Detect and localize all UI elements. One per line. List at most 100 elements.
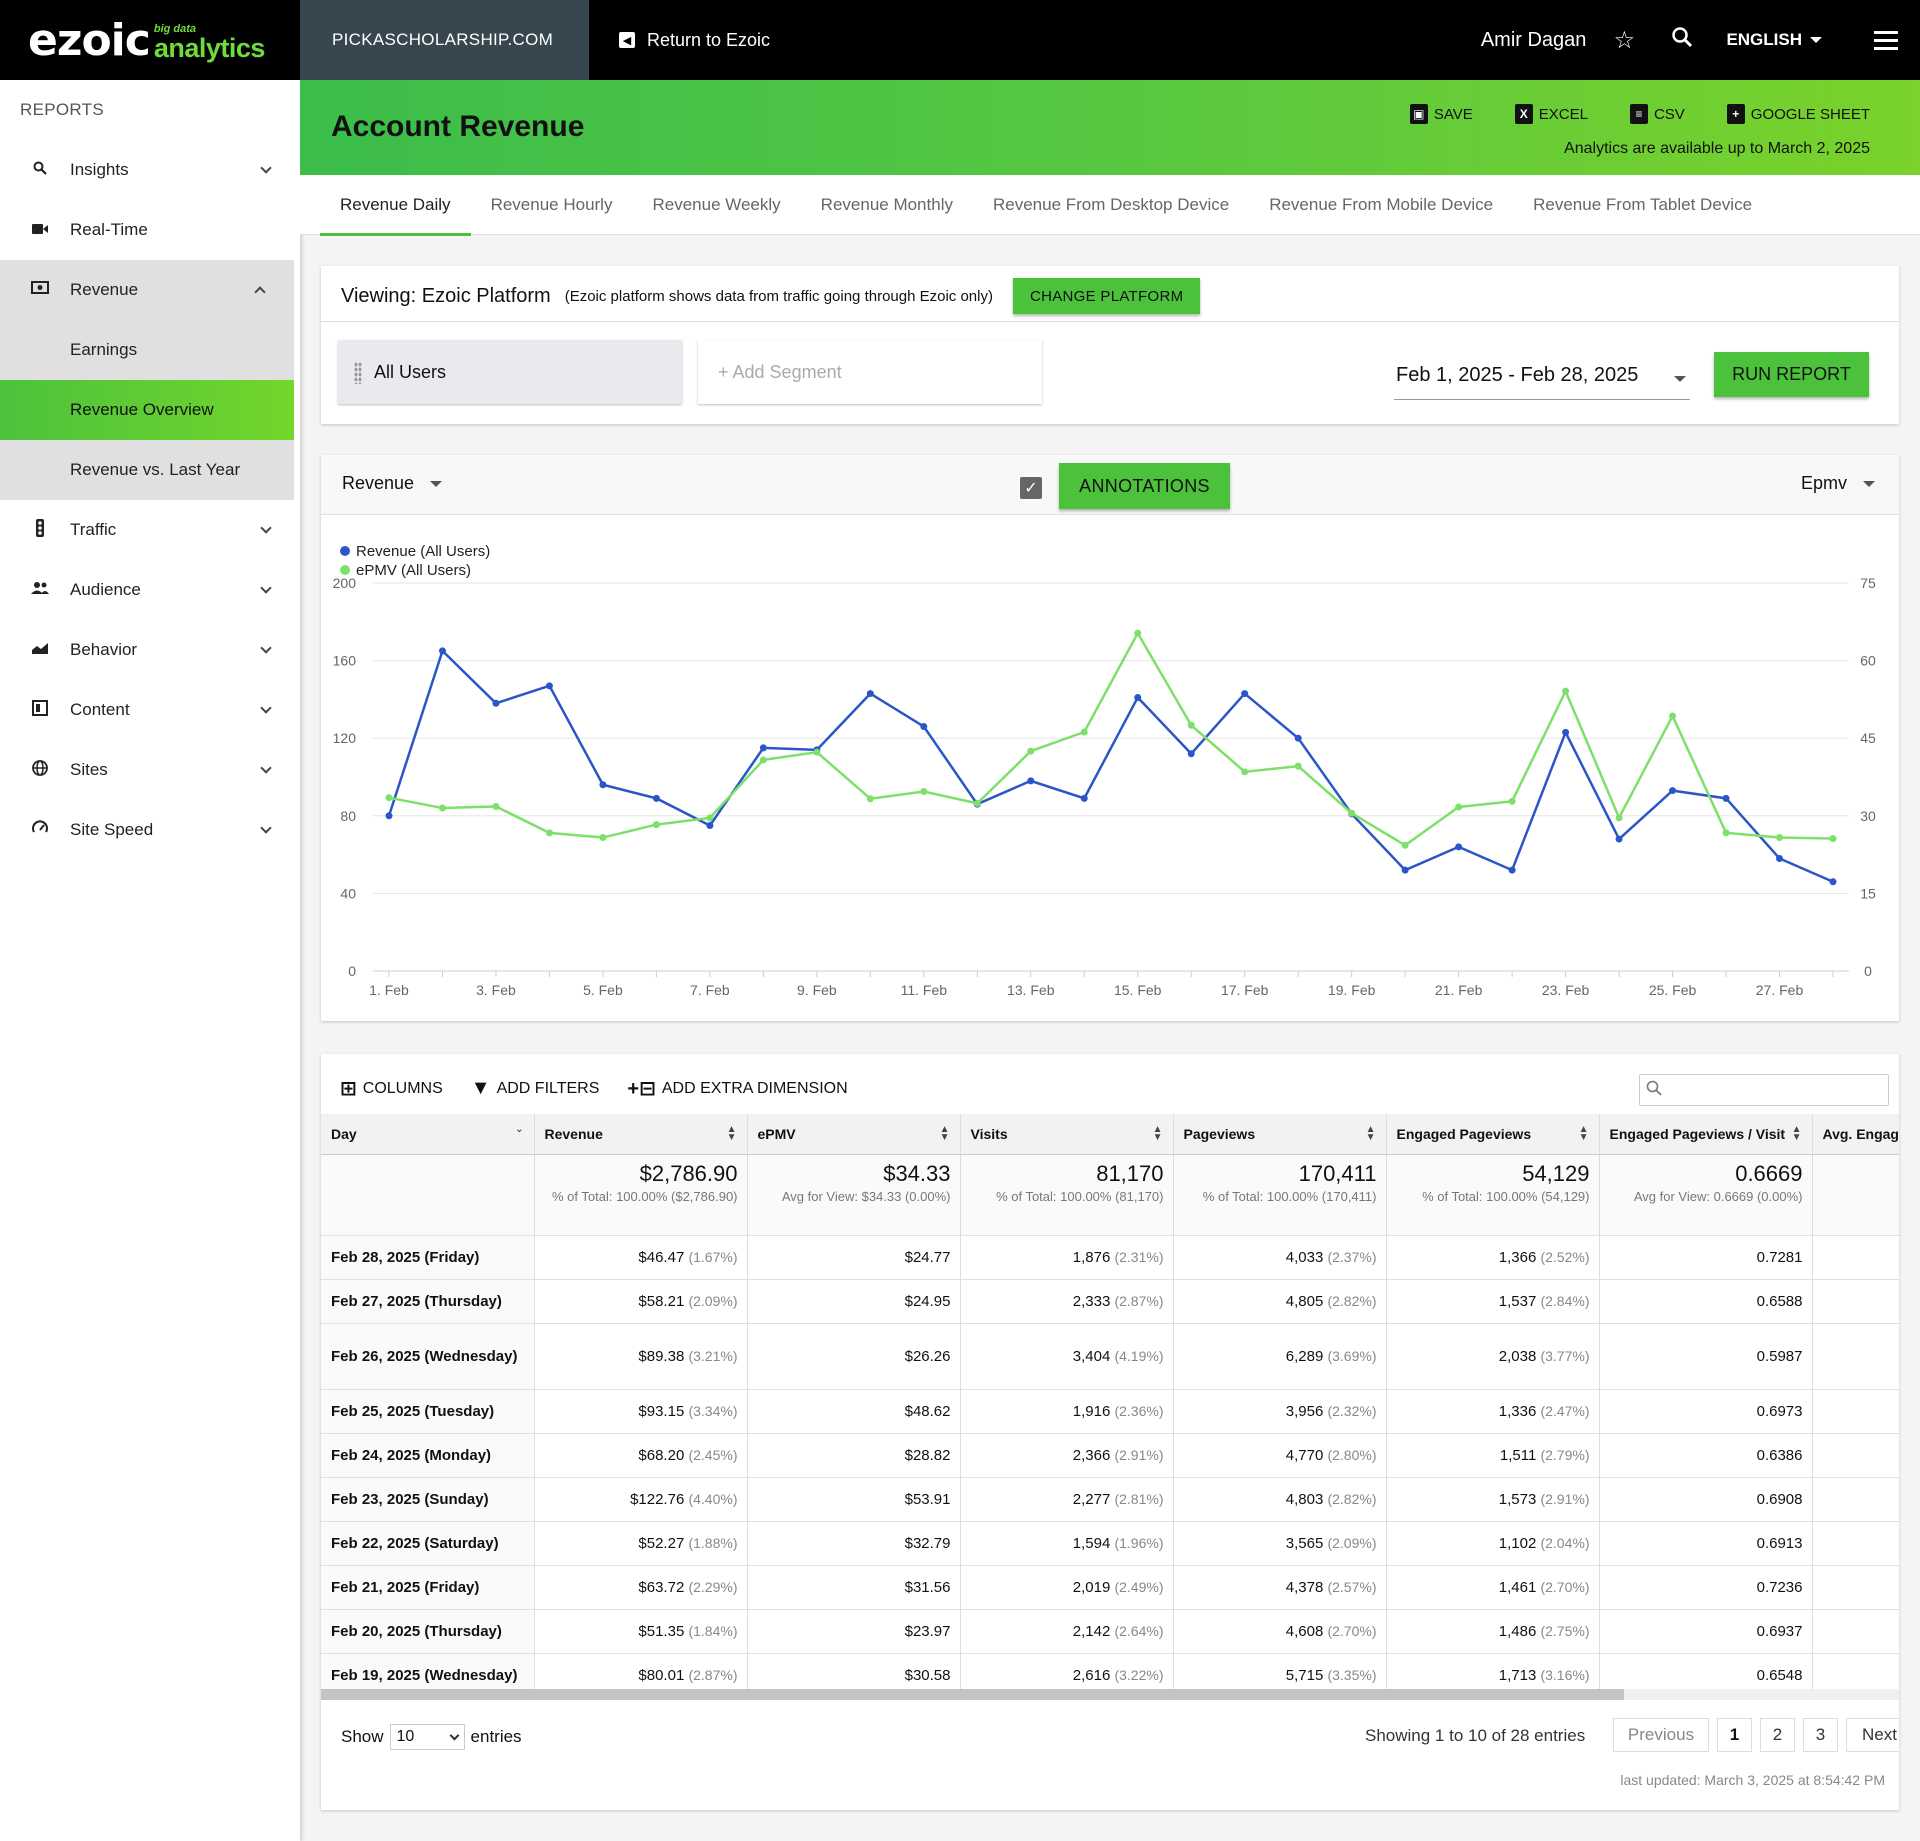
primary-metric-select[interactable]: Revenue <box>342 473 443 494</box>
sidebar-item-traffic[interactable]: Traffic <box>0 500 300 560</box>
column-header-visits[interactable]: Visits ▲ ▼ <box>960 1114 1174 1155</box>
search-icon[interactable] <box>1668 26 1696 55</box>
table-body: $2,786.90 % of Total: 100.00% ($2,786.90)… <box>321 1154 1899 1698</box>
table-row[interactable]: Feb 20, 2025 (Thursday) $51.35 (1.84%) $23… <box>321 1609 1899 1654</box>
tab-revenue-desktop[interactable]: Revenue From Desktop Device <box>973 175 1249 235</box>
table-row[interactable]: Feb 26, 2025 (Wednesday) $89.38 (3.21%) $2… <box>321 1323 1899 1390</box>
x-axis-tick-label: 9. Feb <box>797 982 837 998</box>
user-name[interactable]: Amir Dagan <box>1481 29 1587 52</box>
column-header-epmv[interactable]: ePMV ▲ ▼ <box>747 1114 961 1155</box>
sidebar-item-revenue[interactable]: Revenue <box>0 260 294 320</box>
sidebar-item-audience[interactable]: Audience <box>0 560 300 620</box>
table-cell: $63.72 (2.29%) <box>534 1565 748 1610</box>
entries-label: entries <box>470 1727 522 1746</box>
page-button-3[interactable]: 3 <box>1803 1718 1838 1752</box>
column-header-revenue[interactable]: Revenue ▲ ▼ <box>534 1114 748 1155</box>
y-axis-right-tick: 15 <box>1860 885 1876 901</box>
data-point <box>1508 797 1516 805</box>
filter-panel: Viewing: Ezoic Platform (Ezoic platform … <box>321 266 1899 424</box>
segment-chip[interactable]: All Users <box>338 340 682 404</box>
previous-page-button[interactable]: Previous <box>1613 1718 1709 1752</box>
cell-value: 1,916 <box>1072 1402 1111 1420</box>
table-cell: Feb 24, 2025 (Monday) <box>321 1433 535 1478</box>
date-range-picker[interactable]: Feb 1, 2025 - Feb 28, 2025 <box>1394 364 1690 400</box>
tab-revenue-monthly[interactable]: Revenue Monthly <box>801 175 973 235</box>
table-row[interactable]: Feb 28, 2025 (Friday) $46.47 (1.67%) $24.7… <box>321 1235 1899 1280</box>
column-header-avg-engaged[interactable]: Avg. Engage <box>1812 1114 1899 1155</box>
columns-button[interactable]: ⊞ COLUMNS <box>340 1076 443 1101</box>
add-segment-input[interactable]: + Add Segment <box>698 340 1042 404</box>
sidebar-subitem-earnings[interactable]: Earnings <box>0 320 294 380</box>
drag-handle-icon[interactable] <box>354 362 362 384</box>
column-header-pageviews[interactable]: Pageviews ▲ ▼ <box>1173 1114 1387 1155</box>
sidebar-subitem-revenue-vs-last-year[interactable]: Revenue vs. Last Year <box>0 440 294 500</box>
save-button[interactable]: ▣ SAVE <box>1409 104 1473 124</box>
table-row[interactable]: Feb 23, 2025 (Sunday) $122.76 (4.40%) $53.… <box>321 1477 1899 1522</box>
cell-value: Feb 26, 2025 (Wednesday) <box>331 1347 518 1365</box>
table-row[interactable]: Feb 21, 2025 (Friday) $63.72 (2.29%) $31.5… <box>321 1565 1899 1610</box>
google-sheet-button[interactable]: + GOOGLE SHEET <box>1726 104 1870 124</box>
sidebar-item-site-speed[interactable]: Site Speed <box>0 800 300 860</box>
table-row[interactable]: Feb 24, 2025 (Monday) $68.20 (2.45%) $28.8… <box>321 1433 1899 1478</box>
page-button-2[interactable]: 2 <box>1760 1718 1795 1752</box>
sidebar-item-sites[interactable]: Sites <box>0 740 300 800</box>
table-row[interactable]: Feb 27, 2025 (Thursday) $58.21 (2.09%) $24… <box>321 1279 1899 1324</box>
data-point <box>1187 721 1195 729</box>
column-header-engaged-pageviews[interactable]: Engaged Pageviews ▲ ▼ <box>1386 1114 1600 1155</box>
table-cell: $93.15 (3.34%) <box>534 1389 748 1434</box>
change-platform-button[interactable]: CHANGE PLATFORM <box>1012 278 1201 314</box>
add-extra-dimension-button[interactable]: +⊟ ADD EXTRA DIMENSION <box>627 1076 847 1101</box>
page-size-select[interactable]: 10 <box>389 1724 465 1750</box>
column-header-day[interactable]: Day ⌄ <box>321 1114 535 1155</box>
table-row[interactable]: Feb 25, 2025 (Tuesday) $93.15 (3.34%) $48.… <box>321 1389 1899 1434</box>
sidebar-subitem-revenue-overview[interactable]: Revenue Overview <box>0 380 294 440</box>
cell-value: Feb 21, 2025 (Friday) <box>331 1578 480 1596</box>
star-icon[interactable]: ☆ <box>1610 26 1638 55</box>
data-point <box>1027 747 1035 755</box>
table-row[interactable]: Feb 22, 2025 (Saturday) $52.27 (1.88%) $32… <box>321 1521 1899 1566</box>
cell-value: Feb 25, 2025 (Tuesday) <box>331 1402 495 1420</box>
csv-button[interactable]: ≡ CSV <box>1629 104 1685 124</box>
cell-value: 4,608 <box>1285 1622 1324 1640</box>
cell-value: $52.27 <box>638 1534 685 1552</box>
ezoic-logo[interactable]: ezoic big data analytics <box>0 0 300 80</box>
table-cell: $46.47 (1.67%) <box>534 1235 748 1280</box>
tab-revenue-mobile[interactable]: Revenue From Mobile Device <box>1249 175 1513 235</box>
language-selector[interactable]: ENGLISH <box>1726 30 1822 50</box>
cell-value: $93.15 <box>638 1402 685 1420</box>
table-cell: 1,511 (2.79%) <box>1386 1433 1600 1478</box>
column-header-engaged-per-visit[interactable]: Engaged Pageviews / Visit ▲ ▼ <box>1599 1114 1813 1155</box>
sidebar-item-insights[interactable]: Insights <box>0 140 300 200</box>
cell-value: Feb 19, 2025 (Wednesday) <box>331 1666 518 1684</box>
header-label: Revenue <box>544 1125 603 1142</box>
data-table-panel: ⊞ COLUMNS ▼ ADD FILTERS +⊟ ADD EXTRA DIM… <box>321 1054 1899 1810</box>
add-filters-button[interactable]: ▼ ADD FILTERS <box>471 1076 600 1101</box>
sidebar-item-real-time[interactable]: Real-Time <box>0 200 300 260</box>
secondary-metric-select[interactable]: Epmv <box>1801 473 1875 494</box>
caret-down-icon <box>430 480 443 487</box>
caret-down-icon <box>1810 37 1822 43</box>
sidebar-item-content[interactable]: Content <box>0 680 300 740</box>
tab-revenue-hourly[interactable]: Revenue Hourly <box>471 175 633 235</box>
tab-revenue-tablet[interactable]: Revenue From Tablet Device <box>1513 175 1772 235</box>
primary-metric-label: Revenue <box>342 473 415 493</box>
table-header-row: Day ⌄ Revenue ▲ ▼ ePMV ▲ ▼ Visits ▲ ▼ Pageviews… <box>321 1114 1899 1155</box>
cell-percent: (2.81%) <box>1114 1490 1164 1507</box>
menu-icon[interactable] <box>1874 30 1898 50</box>
next-page-button[interactable]: Next <box>1846 1718 1899 1752</box>
horizontal-scrollbar[interactable] <box>321 1689 1899 1700</box>
annotations-checkbox[interactable]: ✓ <box>1020 477 1042 499</box>
site-selector[interactable]: PICKASCHOLARSHIP.COM <box>300 0 589 80</box>
tab-revenue-weekly[interactable]: Revenue Weekly <box>632 175 800 235</box>
excel-button[interactable]: X EXCEL <box>1514 104 1588 124</box>
cell-value: 0.6386 <box>1756 1446 1803 1464</box>
return-to-ezoic-link[interactable]: ◀ Return to Ezoic <box>619 30 770 51</box>
tab-revenue-daily[interactable]: Revenue Daily <box>320 175 471 236</box>
run-report-button[interactable]: RUN REPORT <box>1714 352 1869 397</box>
data-point <box>1241 768 1249 776</box>
page-button-1[interactable]: 1 <box>1717 1718 1752 1752</box>
table-search-input[interactable] <box>1639 1074 1889 1106</box>
sidebar-item-behavior[interactable]: Behavior <box>0 620 300 680</box>
annotations-button[interactable]: ANNOTATIONS <box>1059 463 1230 509</box>
scrollbar-thumb[interactable] <box>321 1689 1624 1700</box>
